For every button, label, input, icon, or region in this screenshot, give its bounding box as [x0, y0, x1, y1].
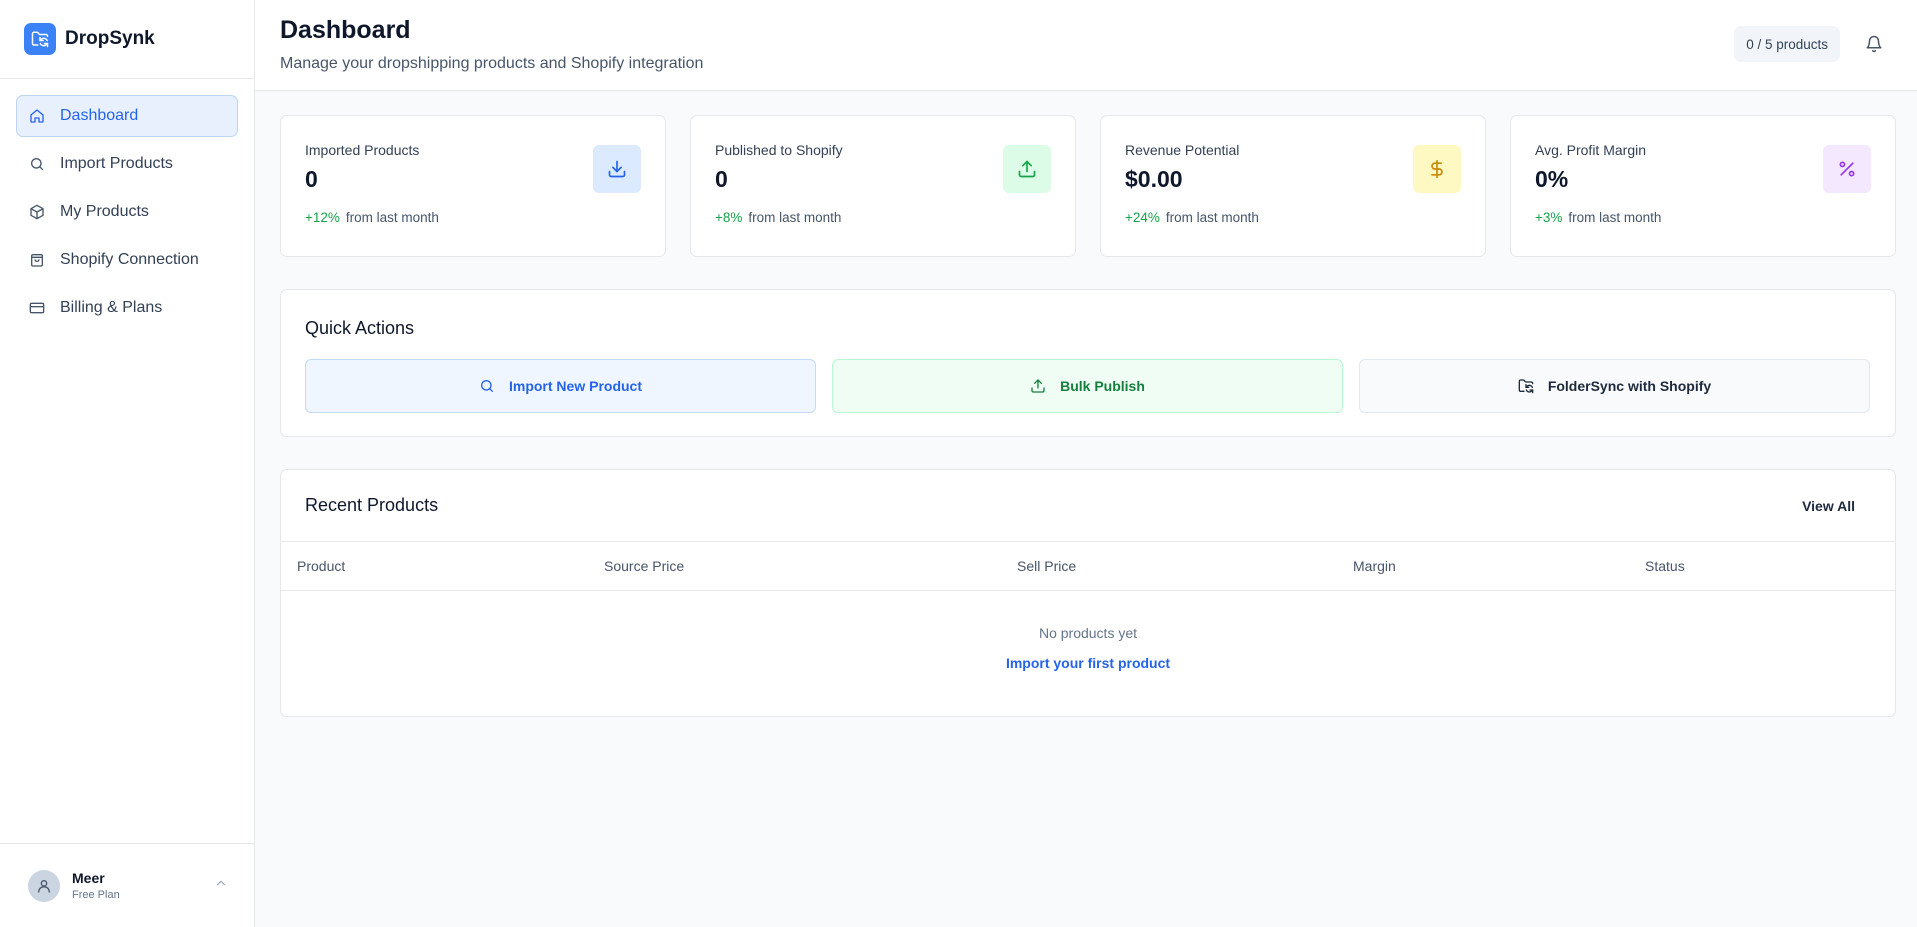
page-title: Dashboard [280, 16, 411, 44]
sidebar-item-label: Billing & Plans [60, 299, 163, 316]
sidebar-item-my-products[interactable]: My Products [16, 191, 238, 233]
view-all-button[interactable]: View All [1802, 498, 1855, 514]
stat-change-percent: +3% [1535, 210, 1563, 225]
sidebar: DropSynk Dashboard Import Products My Pr… [0, 0, 255, 927]
user-info: Meer Free Plan [72, 870, 214, 901]
shopping-bag-icon [29, 252, 45, 268]
button-label: Import New Product [508, 378, 642, 394]
column-header-sell-price[interactable]: Sell Price [1017, 558, 1076, 574]
stat-change: +3% from last month [1535, 210, 1895, 225]
sidebar-item-billing-plans[interactable]: Billing & Plans [16, 287, 238, 329]
empty-state-text: No products yet [1038, 625, 1138, 641]
brand-name: DropSynk [65, 28, 155, 49]
credit-card-icon [29, 300, 45, 316]
app-root: DropSynk Dashboard Import Products My Pr… [0, 0, 1917, 927]
table-header: Product Source Price Sell Price Margin S… [281, 542, 1895, 591]
stat-change: +12% from last month [305, 210, 665, 225]
import-first-product-link[interactable]: Import your first product [1006, 655, 1170, 671]
chevron-up-icon[interactable] [214, 876, 228, 895]
sidebar-item-label: My Products [60, 203, 149, 220]
main-area: Dashboard Manage your dropshipping produ… [255, 0, 1917, 927]
home-icon [29, 108, 45, 124]
stat-change-suffix: from last month [1568, 210, 1662, 225]
sidebar-item-import-products[interactable]: Import Products [16, 143, 238, 185]
download-icon [593, 145, 641, 193]
sidebar-item-dashboard[interactable]: Dashboard [16, 95, 238, 137]
product-quota-badge: 0 / 5 products [1734, 26, 1840, 62]
column-header-margin[interactable]: Margin [1353, 558, 1396, 574]
percent-icon [1823, 145, 1871, 193]
search-icon [479, 378, 495, 394]
sidebar-item-label: Import Products [60, 155, 173, 172]
quick-actions-card: Quick Actions Import New Product Bulk Pu… [280, 289, 1896, 437]
stats-row: Imported Products 0 +12% from last month … [280, 115, 1896, 257]
foldersync-with-shopify-button[interactable]: FolderSync with Shopify [1359, 359, 1870, 413]
quick-actions-title: Quick Actions [305, 318, 415, 338]
stat-change-suffix: from last month [1165, 210, 1259, 225]
upload-icon [1003, 145, 1051, 193]
sidebar-nav: Dashboard Import Products My Products Sh… [0, 79, 254, 843]
sidebar-item-label: Shopify Connection [60, 251, 199, 268]
package-icon [29, 204, 45, 220]
dollar-icon [1413, 145, 1461, 193]
bulk-publish-button[interactable]: Bulk Publish [832, 359, 1343, 413]
brand[interactable]: DropSynk [0, 0, 254, 79]
folder-sync-icon [1518, 378, 1534, 394]
user-name: Meer [72, 870, 105, 886]
column-header-status[interactable]: Status [1645, 558, 1685, 574]
stat-card-revenue-potential: Revenue Potential $0.00 +24% from last mo… [1100, 115, 1486, 257]
recent-products-card: Recent Products View All Product Source … [280, 469, 1896, 717]
search-icon [29, 156, 45, 172]
user-menu[interactable]: Meer Free Plan [0, 843, 254, 927]
recent-products-title: Recent Products [305, 495, 439, 515]
stat-card-published-to-shopify: Published to Shopify 0 +8% from last mont… [690, 115, 1076, 257]
page-header: Dashboard Manage your dropshipping produ… [255, 0, 1917, 91]
page-subtitle: Manage your dropshipping products and Sh… [280, 55, 704, 72]
stat-change-percent: +12% [305, 210, 340, 225]
import-new-product-button[interactable]: Import New Product [305, 359, 816, 413]
sidebar-item-label: Dashboard [60, 107, 139, 124]
stat-change: +8% from last month [715, 210, 1075, 225]
user-plan: Free Plan [72, 889, 120, 901]
empty-state: No products yet Import your first produc… [281, 591, 1895, 673]
quick-actions-row: Import New Product Bulk Publish FolderSy… [305, 359, 1871, 413]
stat-change-suffix: from last month [345, 210, 439, 225]
user-icon [38, 879, 50, 893]
stat-card-avg-profit-margin: Avg. Profit Margin 0% +3% from last month [1510, 115, 1896, 257]
recent-products-header: Recent Products View All [281, 470, 1895, 542]
avatar [28, 869, 60, 902]
stat-change: +24% from last month [1125, 210, 1485, 225]
button-label: FolderSync with Shopify [1547, 378, 1712, 394]
sidebar-item-shopify-connection[interactable]: Shopify Connection [16, 239, 238, 281]
stat-change-suffix: from last month [748, 210, 842, 225]
column-header-product[interactable]: Product [297, 558, 345, 574]
button-label: Bulk Publish [1060, 378, 1145, 394]
column-header-source-price[interactable]: Source Price [604, 558, 684, 574]
upload-icon [1030, 378, 1046, 394]
stat-change-percent: +24% [1125, 210, 1160, 225]
stat-change-percent: +8% [715, 210, 743, 225]
bell-icon[interactable] [1865, 35, 1883, 53]
dashboard-content: Imported Products 0 +12% from last month … [255, 91, 1917, 717]
folder-sync-logo-icon [24, 23, 56, 55]
stat-card-imported-products: Imported Products 0 +12% from last month [280, 115, 666, 257]
